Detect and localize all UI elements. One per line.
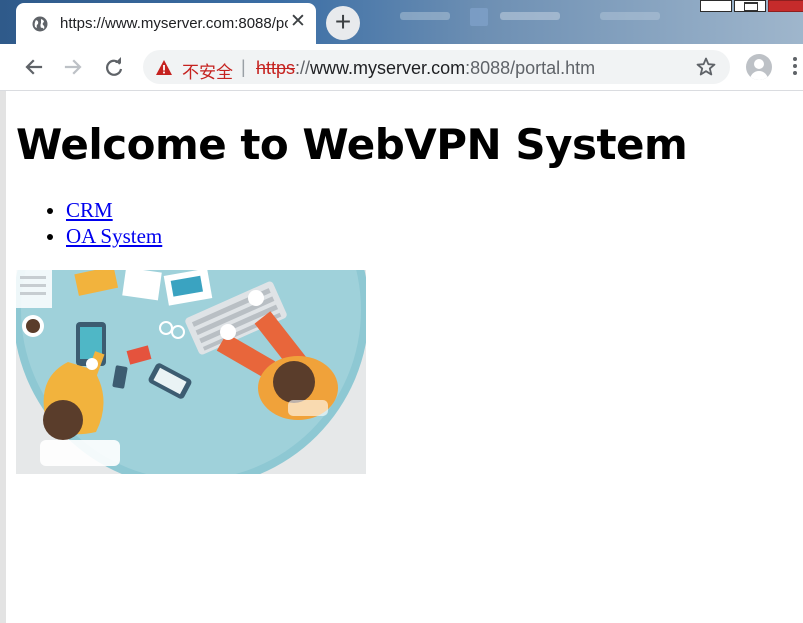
security-separator: |: [241, 57, 246, 77]
menu-dot: [793, 71, 797, 75]
security-label[interactable]: 不安全: [182, 58, 233, 83]
list-item: CRM: [66, 197, 162, 223]
reload-button[interactable]: [100, 53, 128, 81]
back-button[interactable]: [20, 53, 48, 81]
globe-icon: [32, 16, 48, 32]
maximize-icon: [744, 2, 758, 11]
kebab-menu-icon[interactable]: [793, 57, 799, 77]
list-item: OA System: [66, 223, 162, 249]
new-tab-button[interactable]: +: [326, 6, 360, 40]
star-icon[interactable]: [696, 57, 716, 77]
background-window-blur: [400, 12, 450, 20]
forward-button[interactable]: [59, 53, 87, 81]
link-list: CRM OA System: [26, 197, 162, 249]
url-text[interactable]: https://www.myserver.com:8088/portal.htm: [256, 58, 595, 79]
minimize-button[interactable]: [700, 0, 732, 12]
background-window-icon: [470, 8, 488, 26]
avatar-body: [750, 71, 768, 80]
avatar-icon[interactable]: [746, 54, 772, 80]
avatar-head: [754, 59, 764, 69]
background-window-blur: [600, 12, 660, 20]
maximize-button[interactable]: [734, 0, 766, 12]
illustration-graphic: [16, 270, 366, 474]
url-host: www.myserver.com: [310, 58, 466, 78]
plus-icon: +: [334, 6, 352, 37]
background-window-blur: [500, 12, 560, 20]
url-scheme-separator: ://: [295, 58, 311, 78]
office-desk-illustration: [16, 270, 366, 474]
warning-triangle-icon: [156, 60, 172, 75]
crm-link[interactable]: CRM: [66, 198, 113, 222]
close-icon[interactable]: ✕: [288, 12, 308, 32]
person-left-head: [43, 400, 83, 440]
oa-system-link[interactable]: OA System: [66, 224, 162, 248]
menu-dot: [793, 57, 797, 61]
tab-title: https://www.myserver.com:8088/portal.htm: [60, 15, 288, 32]
address-bar[interactable]: 不安全 | https://www.myserver.com:8088/port…: [143, 50, 730, 84]
window-close-button[interactable]: [768, 0, 803, 12]
menu-dot: [793, 64, 797, 68]
active-tab[interactable]: https://www.myserver.com:8088/portal.htm…: [16, 3, 316, 44]
tab-strip: https://www.myserver.com:8088/portal.htm…: [0, 0, 803, 44]
page-title: Welcome to WebVPN System: [16, 120, 688, 169]
url-port-path: :8088/portal.htm: [465, 58, 596, 78]
page-content: Welcome to WebVPN System CRM OA System: [0, 91, 803, 623]
person-right-head: [273, 361, 315, 403]
url-scheme: https: [256, 58, 296, 78]
browser-toolbar: 不安全 | https://www.myserver.com:8088/port…: [0, 44, 803, 91]
